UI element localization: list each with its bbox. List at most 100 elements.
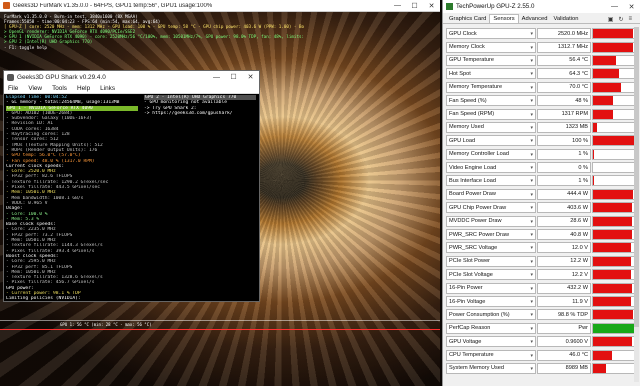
dropdown-arrow-icon[interactable]: ▾	[530, 45, 533, 51]
camera-icon[interactable]: ▣	[608, 16, 614, 23]
sensor-label-text: Board Power Draw	[449, 191, 496, 198]
close-icon[interactable]: ✕	[242, 71, 259, 83]
minimize-icon[interactable]: —	[606, 0, 623, 13]
gpu-shark-menubar: File View Tools Help Links	[4, 83, 259, 94]
sensor-value: 432.2 W	[537, 282, 591, 294]
menu-file[interactable]: File	[8, 85, 18, 92]
sensor-label[interactable]: Power Consumption (%) ▾	[446, 309, 536, 321]
menu-icon[interactable]: ≡	[628, 16, 632, 23]
sensor-graph	[592, 242, 636, 254]
sensor-row: GPU Clock ▾ 2520.0 MHz	[446, 27, 636, 40]
dropdown-arrow-icon[interactable]: ▾	[530, 286, 533, 292]
sensor-label[interactable]: 16-Pin Power ▾	[446, 282, 536, 294]
dropdown-arrow-icon[interactable]: ▾	[530, 326, 533, 332]
menu-help[interactable]: Help	[77, 85, 90, 92]
sensor-label[interactable]: GPU Chip Power Draw ▾	[446, 202, 536, 214]
sensor-graph-fill	[593, 176, 594, 186]
tab-validation[interactable]: Validation	[550, 15, 581, 23]
maximize-icon[interactable]: ☐	[406, 0, 423, 11]
sensor-label[interactable]: PerfCap Reason ▾	[446, 322, 536, 334]
sensor-label[interactable]: GPU Temperature ▾	[446, 54, 536, 66]
sensor-value: 98.8 % TDP	[537, 309, 591, 321]
sensor-graph	[592, 296, 636, 307]
sensor-label[interactable]: Bus Interface Load ▾	[446, 175, 536, 187]
dropdown-arrow-icon[interactable]: ▾	[530, 219, 533, 225]
dropdown-arrow-icon[interactable]: ▾	[530, 125, 533, 131]
dropdown-arrow-icon[interactable]: ▾	[530, 366, 533, 372]
sensor-label[interactable]: System Memory Used ▾	[446, 362, 536, 374]
menu-view[interactable]: View	[28, 85, 42, 92]
dropdown-arrow-icon[interactable]: ▾	[530, 205, 533, 211]
close-icon[interactable]: ✕	[623, 0, 640, 13]
sensor-label[interactable]: Hot Spot ▾	[446, 68, 536, 80]
furmark-titlebar[interactable]: Geeks3D FurMark v1.35.0.0 - 64FPS, GPU1 …	[0, 0, 440, 12]
maximize-icon[interactable]: ☐	[225, 71, 242, 83]
sensor-label[interactable]: PWR_SRC Power Draw ▾	[446, 229, 536, 241]
sensor-row: Memory Controller Load ▾ 1 %	[446, 148, 636, 161]
sensor-label[interactable]: Fan Speed (%) ▾	[446, 95, 536, 107]
dropdown-arrow-icon[interactable]: ▾	[530, 259, 533, 265]
gpu-z-titlebar[interactable]: TechPowerUp GPU-Z 2.55.0 — ✕	[443, 0, 640, 13]
refresh-icon[interactable]: ↻	[618, 16, 623, 23]
dropdown-arrow-icon[interactable]: ▾	[530, 192, 533, 198]
sensor-value: 8989 MB	[537, 362, 591, 374]
sensor-label[interactable]: Board Power Draw ▾	[446, 188, 536, 200]
sensor-graph	[592, 135, 636, 147]
sensor-label[interactable]: Memory Used ▾	[446, 121, 536, 133]
dropdown-arrow-icon[interactable]: ▾	[530, 178, 533, 184]
dropdown-arrow-icon[interactable]: ▾	[530, 312, 533, 318]
sensor-row: GPU Temperature ▾ 56.4 °C	[446, 54, 636, 67]
gpu-shark-app-icon	[7, 73, 14, 81]
sensor-label[interactable]: GPU Voltage ▾	[446, 336, 536, 348]
dropdown-arrow-icon[interactable]: ▾	[530, 98, 533, 104]
dropdown-arrow-icon[interactable]: ▾	[530, 85, 533, 91]
minimize-icon[interactable]: —	[208, 71, 225, 83]
dropdown-arrow-icon[interactable]: ▾	[530, 152, 533, 158]
dropdown-arrow-icon[interactable]: ▾	[530, 71, 533, 77]
sensor-label[interactable]: 16-Pin Voltage ▾	[446, 296, 536, 307]
sensor-label[interactable]: GPU Clock ▾	[446, 28, 536, 40]
sensor-label[interactable]: GPU Load ▾	[446, 135, 536, 147]
dropdown-arrow-icon[interactable]: ▾	[530, 138, 533, 144]
dropdown-arrow-icon[interactable]: ▾	[530, 339, 533, 345]
sensor-label[interactable]: PWR_SRC Voltage ▾	[446, 242, 536, 254]
dropdown-arrow-icon[interactable]: ▾	[530, 245, 533, 251]
gpu-shark-title: Geeks3D GPU Shark v0.29.4.0	[17, 73, 106, 81]
sensor-label-text: 16-Pin Power	[449, 285, 483, 292]
dropdown-arrow-icon[interactable]: ▾	[530, 58, 533, 64]
sensor-label[interactable]: PCIe Slot Voltage ▾	[446, 269, 536, 281]
sensor-label[interactable]: PCIe Slot Power ▾	[446, 255, 536, 267]
scrollbar-thumb[interactable]	[634, 27, 639, 327]
dropdown-arrow-icon[interactable]: ▾	[530, 232, 533, 238]
sensor-value: 0 %	[537, 162, 591, 174]
dropdown-arrow-icon[interactable]: ▾	[530, 299, 533, 305]
sensor-graph	[592, 68, 636, 80]
sensor-label[interactable]: MVDDC Power Draw ▾	[446, 215, 536, 227]
gpu-z-app-icon	[446, 3, 453, 10]
sensor-label[interactable]: Memory Controller Load ▾	[446, 148, 536, 160]
sensor-label[interactable]: Fan Speed (RPM) ▾	[446, 108, 536, 120]
dropdown-arrow-icon[interactable]: ▾	[530, 112, 533, 118]
tab-sensors[interactable]: Sensors	[489, 14, 519, 23]
dropdown-arrow-icon[interactable]: ▾	[530, 272, 533, 278]
dropdown-arrow-icon[interactable]: ▾	[530, 31, 533, 37]
sensor-graph-fill	[593, 337, 632, 347]
sensor-label[interactable]: Memory Clock ▾	[446, 41, 536, 53]
tab-advanced[interactable]: Advanced	[519, 15, 551, 23]
menu-tools[interactable]: Tools	[52, 85, 67, 92]
dropdown-arrow-icon[interactable]: ▾	[530, 165, 533, 171]
sensor-label-text: PerfCap Reason	[449, 325, 491, 332]
dropdown-arrow-icon[interactable]: ▾	[530, 353, 533, 359]
sensor-label[interactable]: Memory Temperature ▾	[446, 81, 536, 93]
sensor-graph	[592, 322, 636, 334]
sensor-label[interactable]: CPU Temperature ▾	[446, 349, 536, 361]
gpu-shark-titlebar[interactable]: Geeks3D GPU Shark v0.29.4.0 — ☐ ✕	[4, 71, 259, 83]
close-icon[interactable]: ✕	[423, 0, 440, 11]
sensor-label[interactable]: Video Engine Load ▾	[446, 162, 536, 174]
sensor-graph	[592, 362, 636, 374]
tab-graphics-card[interactable]: Graphics Card	[446, 15, 489, 23]
sensor-scrollbar[interactable]	[634, 27, 639, 382]
sensor-row: 16-Pin Power ▾ 432.2 W	[446, 281, 636, 294]
menu-links[interactable]: Links	[100, 85, 115, 92]
minimize-icon[interactable]: —	[389, 0, 406, 11]
